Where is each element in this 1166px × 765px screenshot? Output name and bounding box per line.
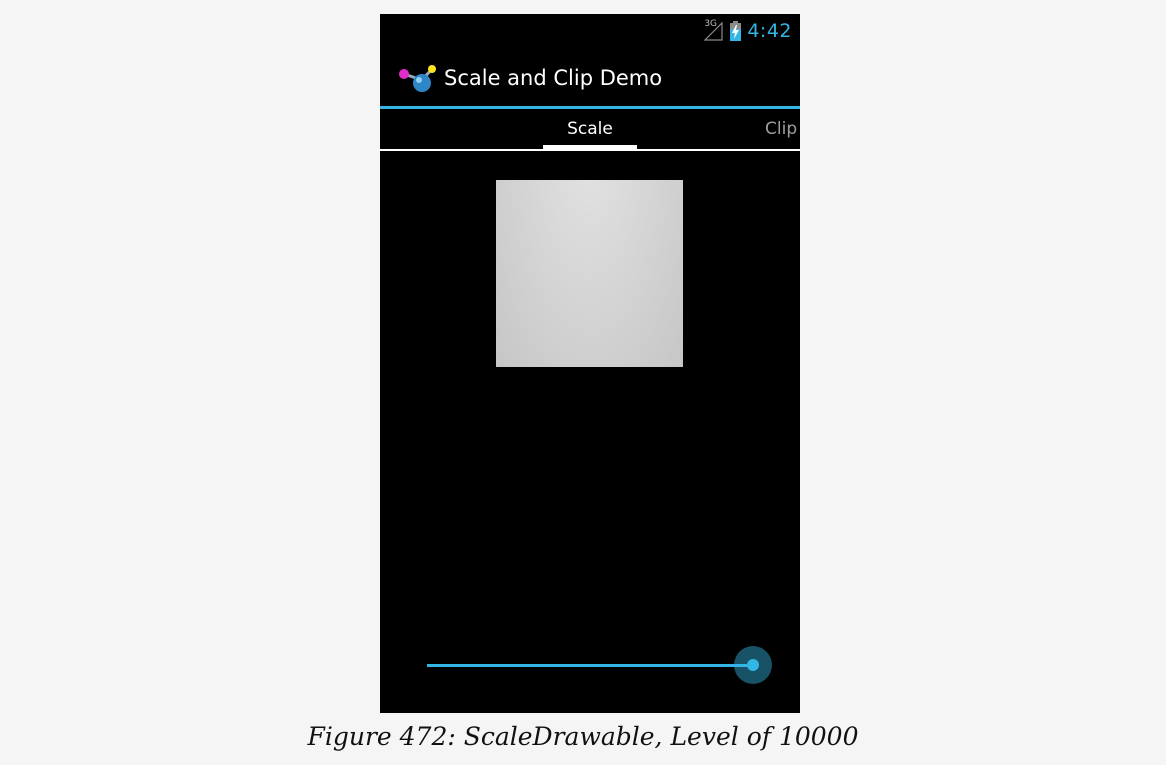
- device-screen: 3G 4:42 Scale and Clip Demo Scale Clip: [380, 14, 800, 713]
- action-bar: Scale and Clip Demo: [380, 47, 800, 109]
- seekbar-thumb-center: [747, 659, 759, 671]
- app-title: Scale and Clip Demo: [444, 66, 663, 90]
- signal-3g-icon: 3G: [703, 18, 724, 41]
- tab-selected-indicator: [543, 145, 637, 149]
- tab-clip[interactable]: Clip: [765, 119, 797, 139]
- status-icons: 3G 4:42: [703, 14, 792, 47]
- tab-strip: Scale Clip: [380, 109, 800, 151]
- level-seekbar[interactable]: [427, 645, 772, 685]
- battery-charging-icon: [730, 20, 742, 41]
- status-bar: 3G 4:42: [380, 14, 800, 47]
- scaled-drawable-image: [496, 180, 683, 367]
- network-type-label: 3G: [704, 18, 718, 29]
- seekbar-thumb[interactable]: [734, 646, 772, 684]
- app-logo-icon[interactable]: [398, 63, 438, 93]
- seekbar-progress: [427, 664, 753, 667]
- tab-scale[interactable]: Scale: [543, 119, 637, 139]
- status-clock: 4:42: [747, 19, 792, 42]
- figure-caption: Figure 472: ScaleDrawable, Level of 1000…: [307, 722, 859, 751]
